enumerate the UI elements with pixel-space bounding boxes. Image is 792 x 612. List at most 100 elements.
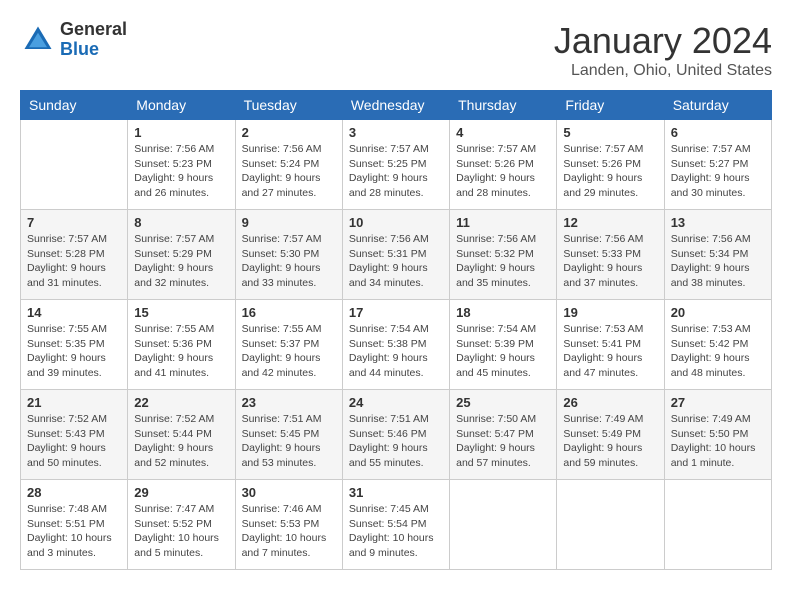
daylight-text: Daylight: 10 hours and 3 minutes. [27,532,112,559]
day-number: 24 [349,395,443,410]
sunset-text: Sunset: 5:47 PM [456,428,534,440]
daylight-text: Daylight: 9 hours and 41 minutes. [134,352,213,379]
daylight-text: Daylight: 9 hours and 55 minutes. [349,442,428,469]
day-info: Sunrise: 7:56 AM Sunset: 5:33 PM Dayligh… [563,232,657,291]
day-number: 4 [456,125,550,140]
sunrise-text: Sunrise: 7:48 AM [27,503,107,515]
daylight-text: Daylight: 9 hours and 39 minutes. [27,352,106,379]
sunset-text: Sunset: 5:53 PM [242,518,320,530]
day-number: 6 [671,125,765,140]
daylight-text: Daylight: 9 hours and 28 minutes. [349,172,428,199]
day-number: 9 [242,215,336,230]
day-info: Sunrise: 7:54 AM Sunset: 5:39 PM Dayligh… [456,322,550,381]
calendar-cell [21,120,128,210]
weekday-header: Friday [557,91,664,120]
day-info: Sunrise: 7:53 AM Sunset: 5:42 PM Dayligh… [671,322,765,381]
calendar-week-row: 28 Sunrise: 7:48 AM Sunset: 5:51 PM Dayl… [21,480,772,570]
day-info: Sunrise: 7:55 AM Sunset: 5:37 PM Dayligh… [242,322,336,381]
sunset-text: Sunset: 5:49 PM [563,428,641,440]
day-info: Sunrise: 7:49 AM Sunset: 5:50 PM Dayligh… [671,412,765,471]
calendar-cell: 30 Sunrise: 7:46 AM Sunset: 5:53 PM Dayl… [235,480,342,570]
day-number: 2 [242,125,336,140]
calendar-cell: 16 Sunrise: 7:55 AM Sunset: 5:37 PM Dayl… [235,300,342,390]
day-info: Sunrise: 7:55 AM Sunset: 5:36 PM Dayligh… [134,322,228,381]
sunrise-text: Sunrise: 7:51 AM [242,413,322,425]
calendar-cell: 2 Sunrise: 7:56 AM Sunset: 5:24 PM Dayli… [235,120,342,210]
calendar-cell: 20 Sunrise: 7:53 AM Sunset: 5:42 PM Dayl… [664,300,771,390]
daylight-text: Daylight: 9 hours and 52 minutes. [134,442,213,469]
calendar-cell: 25 Sunrise: 7:50 AM Sunset: 5:47 PM Dayl… [450,390,557,480]
daylight-text: Daylight: 9 hours and 53 minutes. [242,442,321,469]
sunrise-text: Sunrise: 7:56 AM [134,143,214,155]
day-number: 23 [242,395,336,410]
daylight-text: Daylight: 9 hours and 47 minutes. [563,352,642,379]
sunrise-text: Sunrise: 7:49 AM [671,413,751,425]
daylight-text: Daylight: 10 hours and 5 minutes. [134,532,219,559]
sunrise-text: Sunrise: 7:57 AM [349,143,429,155]
sunrise-text: Sunrise: 7:54 AM [349,323,429,335]
day-number: 27 [671,395,765,410]
daylight-text: Daylight: 9 hours and 29 minutes. [563,172,642,199]
day-info: Sunrise: 7:57 AM Sunset: 5:26 PM Dayligh… [563,142,657,201]
day-number: 7 [27,215,121,230]
sunrise-text: Sunrise: 7:54 AM [456,323,536,335]
calendar-cell: 21 Sunrise: 7:52 AM Sunset: 5:43 PM Dayl… [21,390,128,480]
daylight-text: Daylight: 9 hours and 42 minutes. [242,352,321,379]
day-number: 31 [349,485,443,500]
calendar-cell: 1 Sunrise: 7:56 AM Sunset: 5:23 PM Dayli… [128,120,235,210]
day-info: Sunrise: 7:52 AM Sunset: 5:43 PM Dayligh… [27,412,121,471]
calendar-cell: 23 Sunrise: 7:51 AM Sunset: 5:45 PM Dayl… [235,390,342,480]
daylight-text: Daylight: 9 hours and 27 minutes. [242,172,321,199]
day-number: 25 [456,395,550,410]
day-info: Sunrise: 7:57 AM Sunset: 5:30 PM Dayligh… [242,232,336,291]
calendar-cell: 31 Sunrise: 7:45 AM Sunset: 5:54 PM Dayl… [342,480,449,570]
calendar-cell [664,480,771,570]
sunset-text: Sunset: 5:35 PM [27,338,105,350]
daylight-text: Daylight: 9 hours and 59 minutes. [563,442,642,469]
calendar-cell: 3 Sunrise: 7:57 AM Sunset: 5:25 PM Dayli… [342,120,449,210]
sunrise-text: Sunrise: 7:55 AM [27,323,107,335]
sunrise-text: Sunrise: 7:47 AM [134,503,214,515]
calendar-cell: 27 Sunrise: 7:49 AM Sunset: 5:50 PM Dayl… [664,390,771,480]
day-number: 28 [27,485,121,500]
title-block: January 2024 Landen, Ohio, United States [554,20,772,80]
sunset-text: Sunset: 5:51 PM [27,518,105,530]
sunset-text: Sunset: 5:29 PM [134,248,212,260]
day-number: 10 [349,215,443,230]
weekday-header: Monday [128,91,235,120]
sunset-text: Sunset: 5:33 PM [563,248,641,260]
sunset-text: Sunset: 5:23 PM [134,158,212,170]
sunset-text: Sunset: 5:44 PM [134,428,212,440]
logo-general-text: General [60,20,127,40]
day-info: Sunrise: 7:56 AM Sunset: 5:34 PM Dayligh… [671,232,765,291]
calendar-cell: 13 Sunrise: 7:56 AM Sunset: 5:34 PM Dayl… [664,210,771,300]
sunrise-text: Sunrise: 7:46 AM [242,503,322,515]
calendar-cell: 19 Sunrise: 7:53 AM Sunset: 5:41 PM Dayl… [557,300,664,390]
sunset-text: Sunset: 5:39 PM [456,338,534,350]
calendar-cell: 11 Sunrise: 7:56 AM Sunset: 5:32 PM Dayl… [450,210,557,300]
day-info: Sunrise: 7:56 AM Sunset: 5:23 PM Dayligh… [134,142,228,201]
day-info: Sunrise: 7:49 AM Sunset: 5:49 PM Dayligh… [563,412,657,471]
daylight-text: Daylight: 9 hours and 37 minutes. [563,262,642,289]
day-info: Sunrise: 7:54 AM Sunset: 5:38 PM Dayligh… [349,322,443,381]
sunrise-text: Sunrise: 7:57 AM [563,143,643,155]
daylight-text: Daylight: 10 hours and 9 minutes. [349,532,434,559]
sunrise-text: Sunrise: 7:52 AM [134,413,214,425]
day-number: 1 [134,125,228,140]
sunset-text: Sunset: 5:28 PM [27,248,105,260]
calendar-week-row: 14 Sunrise: 7:55 AM Sunset: 5:35 PM Dayl… [21,300,772,390]
day-info: Sunrise: 7:57 AM Sunset: 5:28 PM Dayligh… [27,232,121,291]
calendar-cell [450,480,557,570]
daylight-text: Daylight: 9 hours and 31 minutes. [27,262,106,289]
day-info: Sunrise: 7:56 AM Sunset: 5:32 PM Dayligh… [456,232,550,291]
sunset-text: Sunset: 5:26 PM [456,158,534,170]
weekday-header-row: SundayMondayTuesdayWednesdayThursdayFrid… [21,91,772,120]
calendar-cell: 17 Sunrise: 7:54 AM Sunset: 5:38 PM Dayl… [342,300,449,390]
sunrise-text: Sunrise: 7:53 AM [671,323,751,335]
calendar-cell: 18 Sunrise: 7:54 AM Sunset: 5:39 PM Dayl… [450,300,557,390]
day-info: Sunrise: 7:47 AM Sunset: 5:52 PM Dayligh… [134,502,228,561]
day-number: 30 [242,485,336,500]
sunset-text: Sunset: 5:52 PM [134,518,212,530]
calendar-cell: 29 Sunrise: 7:47 AM Sunset: 5:52 PM Dayl… [128,480,235,570]
sunset-text: Sunset: 5:25 PM [349,158,427,170]
